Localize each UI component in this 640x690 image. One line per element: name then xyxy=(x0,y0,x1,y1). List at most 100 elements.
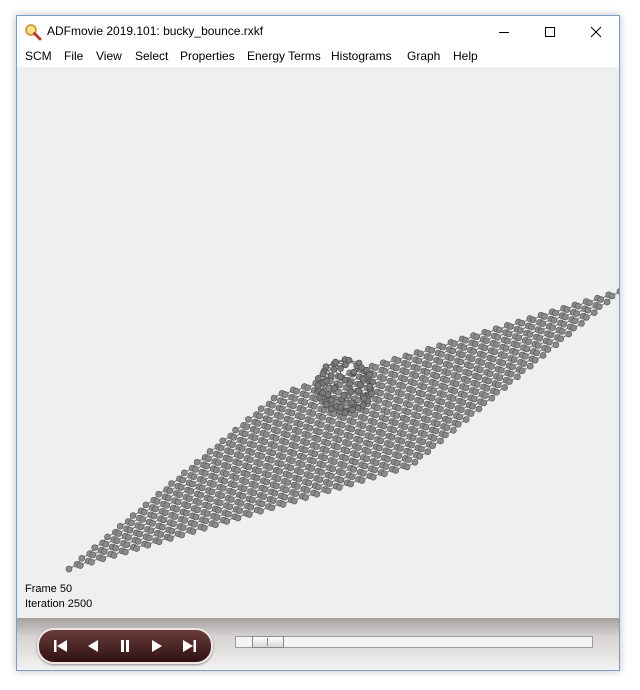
title-bar[interactable]: ADFmovie 2019.101: bucky_bounce.rxkf xyxy=(17,16,619,47)
atom xyxy=(332,358,339,366)
atom xyxy=(155,538,163,546)
atom xyxy=(424,416,431,424)
play-button[interactable] xyxy=(145,636,169,656)
frame-slider-thumb[interactable] xyxy=(252,636,284,648)
atom xyxy=(358,477,366,484)
step-back-button[interactable] xyxy=(81,636,105,656)
atom xyxy=(331,458,338,465)
menu-histograms[interactable]: Histograms xyxy=(331,49,392,63)
atom xyxy=(550,316,558,324)
atom xyxy=(192,513,200,521)
atom xyxy=(391,371,399,379)
menu-file[interactable]: File xyxy=(64,49,83,63)
atom xyxy=(410,379,418,387)
atom xyxy=(226,503,234,511)
frame-slider[interactable] xyxy=(235,636,593,648)
graphene-bonds xyxy=(68,291,619,570)
atom xyxy=(229,441,236,448)
atom xyxy=(257,405,265,412)
atom xyxy=(438,350,445,358)
menu-scm[interactable]: SCM xyxy=(25,49,52,63)
menu-properties[interactable]: Properties xyxy=(180,49,235,63)
atom xyxy=(327,472,335,480)
atom xyxy=(416,405,423,413)
maximize-button[interactable] xyxy=(527,16,573,47)
atom xyxy=(110,552,118,559)
atom xyxy=(398,390,405,397)
menu-view[interactable]: View xyxy=(96,49,122,63)
atom xyxy=(157,531,164,538)
atom xyxy=(137,523,145,531)
atom xyxy=(319,370,327,378)
atom xyxy=(301,446,309,454)
atom xyxy=(247,504,255,511)
menu-select[interactable]: Select xyxy=(135,49,168,63)
atom xyxy=(363,455,370,463)
atom xyxy=(183,509,190,517)
atom xyxy=(342,361,349,369)
atom xyxy=(113,537,121,545)
atom xyxy=(207,495,214,503)
first-frame-button[interactable] xyxy=(49,636,73,656)
atom xyxy=(277,460,285,468)
atom xyxy=(482,392,489,399)
atom xyxy=(266,464,274,471)
menu-graph[interactable]: Graph xyxy=(407,49,440,63)
atom xyxy=(523,345,531,353)
atom xyxy=(319,389,327,397)
atom xyxy=(573,310,580,317)
atom xyxy=(501,384,508,391)
last-frame-button[interactable] xyxy=(177,636,201,656)
atom xyxy=(258,452,265,460)
atom xyxy=(570,324,577,332)
atom xyxy=(547,331,555,339)
menu-energy-terms[interactable]: Energy Terms xyxy=(247,49,321,63)
atom xyxy=(443,424,451,431)
atom xyxy=(170,520,177,528)
atom xyxy=(361,415,368,422)
atom xyxy=(538,327,545,335)
atom xyxy=(176,491,183,498)
menu-help[interactable]: Help xyxy=(453,49,478,63)
atom xyxy=(238,445,246,452)
atom xyxy=(484,330,492,337)
atom xyxy=(336,484,343,491)
atom xyxy=(259,445,267,453)
atom xyxy=(586,299,593,307)
atom xyxy=(409,434,417,442)
atom xyxy=(144,541,152,549)
atom xyxy=(419,390,426,398)
graphene-atoms xyxy=(65,288,619,573)
atom xyxy=(168,480,175,487)
atom xyxy=(429,442,436,449)
atom xyxy=(411,427,419,434)
atom xyxy=(101,548,108,555)
pause-button[interactable] xyxy=(113,636,137,656)
atom xyxy=(89,551,97,559)
atom xyxy=(287,417,294,424)
atom xyxy=(494,333,502,341)
atom xyxy=(501,352,508,360)
atom xyxy=(423,368,431,376)
atom xyxy=(300,453,307,461)
atom xyxy=(192,466,199,473)
minimize-button[interactable] xyxy=(481,16,527,47)
atom xyxy=(329,418,336,425)
atom xyxy=(522,352,529,360)
atom xyxy=(450,426,457,434)
atom xyxy=(311,402,318,410)
atom xyxy=(467,410,475,417)
molecule-viewport[interactable]: Frame 50 Iteration 2500 xyxy=(17,67,619,618)
atom xyxy=(528,323,535,331)
step-back-icon xyxy=(88,640,98,652)
atom xyxy=(381,367,389,375)
atom xyxy=(407,394,415,401)
atom xyxy=(292,490,300,498)
close-button[interactable] xyxy=(573,16,619,47)
atom xyxy=(345,440,352,447)
atom xyxy=(379,430,386,437)
atom xyxy=(223,518,231,525)
molecule-view[interactable] xyxy=(17,67,619,618)
atom xyxy=(210,481,217,488)
atom xyxy=(327,425,335,432)
